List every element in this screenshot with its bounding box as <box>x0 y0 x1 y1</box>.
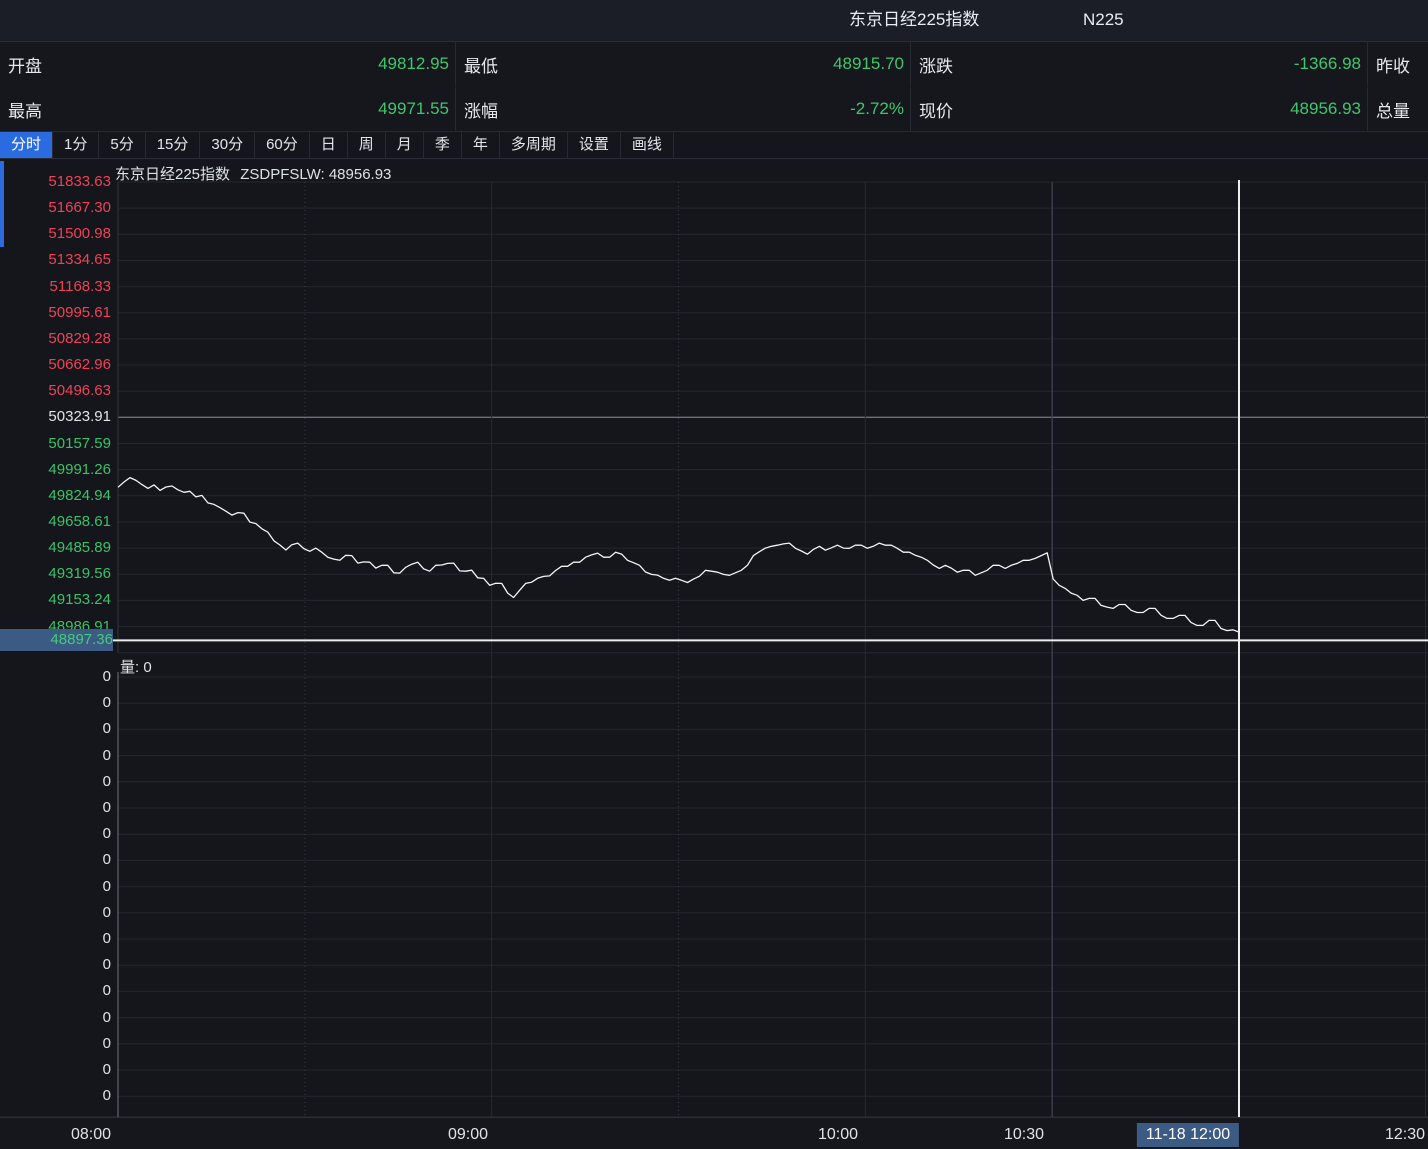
quote-label: 昨收 <box>1368 52 1410 77</box>
price-axis-label: 49824.94 <box>0 486 111 506</box>
quote-bar: 开盘 49812.95最低 48915.70涨跌 -1366.98昨收最高 49971.… <box>0 42 1428 132</box>
price-axis-label: 51168.33 <box>0 277 111 297</box>
price-axis-label: 50662.96 <box>0 355 111 375</box>
chart-indicator-readout: ZSDPFSLW: 48956.93 <box>240 166 391 183</box>
quote-value: 49812.95 <box>378 54 455 74</box>
time-axis-label: 10:30 <box>1004 1123 1044 1147</box>
price-axis-label: 51334.65 <box>0 250 111 270</box>
quote-group: 昨收 <box>1367 42 1428 86</box>
volume-axis-label: 0 <box>0 981 111 1001</box>
period-tab[interactable]: 30分 <box>200 132 255 158</box>
quote-group: 最高 49971.55 <box>0 87 455 131</box>
quote-label: 涨幅 <box>456 97 498 122</box>
instrument-title: 东京日经225指数 <box>849 0 979 40</box>
period-tab[interactable]: 画线 <box>621 132 674 158</box>
quote-value: 49971.55 <box>378 99 455 119</box>
period-tab[interactable]: 1分 <box>53 132 99 158</box>
quote-group: 现价 48956.93 <box>910 87 1367 131</box>
quote-label: 最低 <box>456 52 498 77</box>
price-axis-label: 50157.59 <box>0 434 111 454</box>
price-axis-label: 51667.30 <box>0 198 111 218</box>
quote-label: 开盘 <box>0 52 42 77</box>
quote-group: 涨跌 -1366.98 <box>910 42 1367 86</box>
quote-row: 最高 49971.55涨幅 -2.72%现价 48956.93总量 <box>0 87 1428 131</box>
volume-axis-label: 0 <box>0 824 111 844</box>
period-tab[interactable]: 多周期 <box>500 132 568 158</box>
chart-area: 东京日经225指数 ZSDPFSLW: 48956.93 51833.63 516… <box>0 158 1428 1149</box>
quote-label: 涨跌 <box>911 52 953 77</box>
period-tab-bar: 分时1分5分15分30分60分日周月季年多周期设置画线 <box>0 132 1428 159</box>
volume-axis-label: 0 <box>0 772 111 792</box>
scroll-indicator[interactable] <box>0 161 4 247</box>
period-tab[interactable]: 设置 <box>568 132 621 158</box>
period-tab[interactable]: 年 <box>462 132 500 158</box>
time-axis-label: 10:00 <box>818 1123 858 1147</box>
price-axis-label: 50995.61 <box>0 303 111 323</box>
quote-label: 最高 <box>0 97 42 122</box>
trading-app-window: 东京日经225指数 N225 开盘 49812.95最低 48915.70涨跌 -13… <box>0 0 1428 1149</box>
volume-axis-label: 0 <box>0 1034 111 1054</box>
volume-axis-label: 0 <box>0 667 111 687</box>
period-tab[interactable]: 5分 <box>99 132 145 158</box>
period-tab[interactable]: 日 <box>310 132 348 158</box>
quote-value: -1366.98 <box>1294 54 1367 74</box>
chart-overlay-instrument: 东京日经225指数 <box>115 166 230 183</box>
quote-group: 总量 <box>1367 87 1428 131</box>
volume-indicator-label: 量: 0 <box>120 656 152 677</box>
time-axis: 08:00 09:00 10:00 10:30 11-18 12:00 12:30 <box>0 1117 1428 1149</box>
period-tab[interactable]: 季 <box>424 132 462 158</box>
volume-axis-label: 0 <box>0 1060 111 1080</box>
price-axis-label: 49991.26 <box>0 460 111 480</box>
quote-group: 最低 48915.70 <box>455 42 910 86</box>
time-axis-label: 09:00 <box>448 1123 488 1147</box>
quote-value: 48915.70 <box>833 54 910 74</box>
quote-group: 开盘 49812.95 <box>0 42 455 86</box>
price-axis-label: 50323.91 <box>0 407 111 427</box>
price-axis-label: 49319.56 <box>0 564 111 584</box>
instrument-symbol: N225 <box>1083 0 1124 40</box>
volume-axis-label: 0 <box>0 903 111 923</box>
volume-axis-label: 0 <box>0 746 111 766</box>
price-axis-label: 50829.28 <box>0 329 111 349</box>
chart-overlay-title: 东京日经225指数 ZSDPFSLW: 48956.93 <box>115 163 391 184</box>
time-axis-crosshair-label: 11-18 12:00 <box>1137 1123 1239 1147</box>
chart-canvas[interactable] <box>0 158 1428 1149</box>
quote-value: -2.72% <box>850 99 910 119</box>
price-axis-label: 49153.24 <box>0 590 111 610</box>
price-axis-label: 49658.61 <box>0 512 111 532</box>
price-axis-label: 50496.63 <box>0 381 111 401</box>
crosshair-price-label: 48897.36 <box>0 629 113 651</box>
price-axis-label: 49485.89 <box>0 538 111 558</box>
quote-group: 涨幅 -2.72% <box>455 87 910 131</box>
period-tab[interactable]: 15分 <box>146 132 201 158</box>
period-tab[interactable]: 分时 <box>0 132 53 158</box>
quote-row: 开盘 49812.95最低 48915.70涨跌 -1366.98昨收 <box>0 42 1428 86</box>
time-axis-label: 12:30 <box>1385 1123 1425 1147</box>
quote-label: 总量 <box>1368 97 1410 122</box>
volume-axis-label: 0 <box>0 1086 111 1106</box>
quote-label: 现价 <box>911 97 953 122</box>
volume-axis-label: 0 <box>0 929 111 949</box>
volume-axis-label: 0 <box>0 850 111 870</box>
volume-axis-label: 0 <box>0 693 111 713</box>
volume-axis-label: 0 <box>0 798 111 818</box>
time-axis-label: 08:00 <box>71 1123 111 1147</box>
volume-axis-label: 0 <box>0 719 111 739</box>
title-bar: 东京日经225指数 N225 <box>0 0 1428 42</box>
period-tab[interactable]: 60分 <box>255 132 310 158</box>
period-tab[interactable]: 月 <box>386 132 424 158</box>
volume-axis-label: 0 <box>0 877 111 897</box>
quote-value: 48956.93 <box>1290 99 1367 119</box>
period-tab[interactable]: 周 <box>348 132 386 158</box>
volume-axis-label: 0 <box>0 955 111 975</box>
price-axis-label: 51500.98 <box>0 224 111 244</box>
volume-axis-label: 0 <box>0 1008 111 1028</box>
price-axis-label: 51833.63 <box>0 172 111 192</box>
